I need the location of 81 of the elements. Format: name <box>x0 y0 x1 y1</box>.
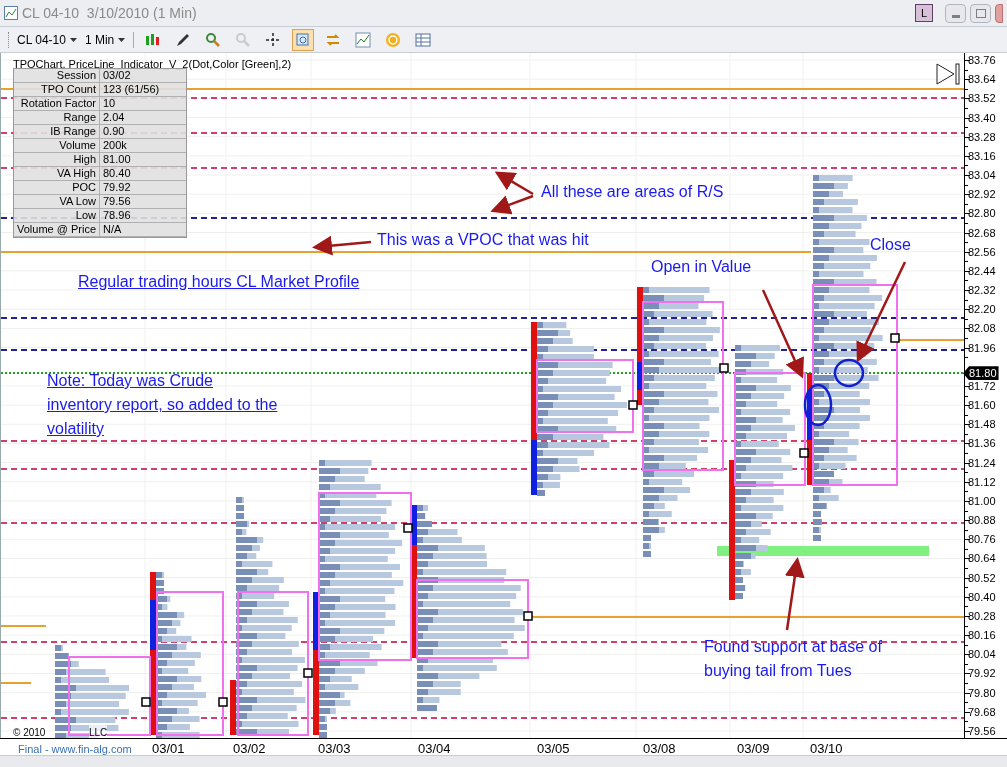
date-label: 03/09 <box>737 740 770 758</box>
info-value: 03/02 <box>103 69 131 82</box>
chart-annotation: Open in Value <box>651 257 752 277</box>
price-label: 81.48 <box>968 418 996 431</box>
date-label: 03/02 <box>233 740 266 758</box>
info-label: Volume <box>14 139 100 152</box>
info-label: High <box>14 153 100 166</box>
interval-dropdown[interactable]: 1 Min <box>84 30 126 49</box>
price-label: 82.92 <box>968 188 996 201</box>
footer-link[interactable]: Final - www.fin-alg.com <box>18 741 132 758</box>
info-value: 81.00 <box>102 153 131 166</box>
price-label: 79.56 <box>968 725 996 737</box>
info-value: 78.96 <box>102 209 131 222</box>
date-label: 03/08 <box>643 740 676 758</box>
price-label: 80.16 <box>968 629 996 642</box>
price-label: 83.16 <box>968 149 996 162</box>
chart-annotation: Found support at base of buying tail from Tues <box>704 637 882 681</box>
info-value: 10 <box>102 97 116 110</box>
price-label: 82.68 <box>968 226 996 239</box>
symbol-dropdown[interactable]: CL 04-10 <box>17 30 77 49</box>
chart-annotation: Regular trading hours CL Market Profile <box>78 272 360 292</box>
price-label: 80.04 <box>968 648 996 661</box>
chart-annotation: Note: Today was Crude inventory report, so added to the volatility <box>47 371 278 439</box>
info-value: N/A <box>102 223 122 236</box>
info-value: 2.04 <box>102 111 125 124</box>
chart-annotation: Close <box>870 235 911 255</box>
info-value: 79.92 <box>102 181 131 194</box>
price-label: 81.72 <box>968 379 996 392</box>
info-label: Rotation Factor <box>14 97 100 110</box>
price-label: 83.28 <box>968 130 996 143</box>
price-label: 81.24 <box>968 456 996 469</box>
current-price-label: 81.80 <box>963 366 999 381</box>
price-label: 81.60 <box>968 399 996 412</box>
date-label: 03/01 <box>152 740 185 758</box>
price-label: 82.20 <box>968 303 996 316</box>
info-value: 0.90 <box>102 125 125 138</box>
date-label: 03/04 <box>418 740 451 758</box>
price-label: 82.80 <box>968 207 996 220</box>
indicator-title: TPOChart, PriceLine_Indicator_V_2(Dot,Color [Green],2) <box>13 57 292 72</box>
price-label: 80.64 <box>968 552 996 565</box>
price-label: 82.44 <box>968 264 996 277</box>
info-value: 80.40 <box>102 167 131 180</box>
price-label: 79.80 <box>968 686 996 699</box>
info-label: Volume @ Price <box>14 223 100 236</box>
price-label: 81.12 <box>968 475 996 488</box>
info-label: IB Range <box>14 125 100 138</box>
price-label: 82.08 <box>968 322 996 335</box>
info-label: VA Low <box>14 195 100 208</box>
chart-annotation: This was a VPOC that was hit <box>377 230 589 250</box>
price-label: 83.64 <box>968 73 996 86</box>
info-label: TPO Count <box>14 83 100 96</box>
price-label: 81.36 <box>968 437 996 450</box>
price-label: 83.76 <box>968 54 996 66</box>
price-label: 81.96 <box>968 341 996 354</box>
info-label: Session <box>14 69 100 82</box>
price-label: 80.40 <box>968 590 996 603</box>
info-value: 123 (61/56) <box>102 83 160 96</box>
window-title: CL 04-10 3/10/2010 (1 Min) <box>22 3 197 23</box>
layout-button[interactable]: L <box>915 4 933 22</box>
price-label: 82.32 <box>968 284 996 297</box>
info-value: 200k <box>102 139 127 152</box>
date-label: 03/10 <box>810 740 843 758</box>
price-label: 80.28 <box>968 609 996 622</box>
info-label: Low <box>14 209 100 222</box>
price-label: 79.92 <box>968 667 996 680</box>
price-label: 80.88 <box>968 514 996 527</box>
price-label: 83.52 <box>968 92 996 105</box>
price-label: 82.56 <box>968 245 996 258</box>
price-label: 79.68 <box>968 705 996 718</box>
date-label: 03/03 <box>318 740 351 758</box>
chart-annotation: All these are areas of R/S <box>541 182 724 202</box>
price-label: 83.40 <box>968 111 996 124</box>
price-label: 80.76 <box>968 533 996 546</box>
price-label: 83.04 <box>968 169 996 181</box>
date-label: 03/05 <box>537 740 570 758</box>
info-label: Range <box>14 111 100 124</box>
info-label: POC <box>14 181 100 194</box>
price-label: 81.00 <box>968 494 996 507</box>
info-label: VA High <box>14 167 100 180</box>
info-value: 79.56 <box>102 195 131 208</box>
price-label: 80.52 <box>968 571 996 584</box>
